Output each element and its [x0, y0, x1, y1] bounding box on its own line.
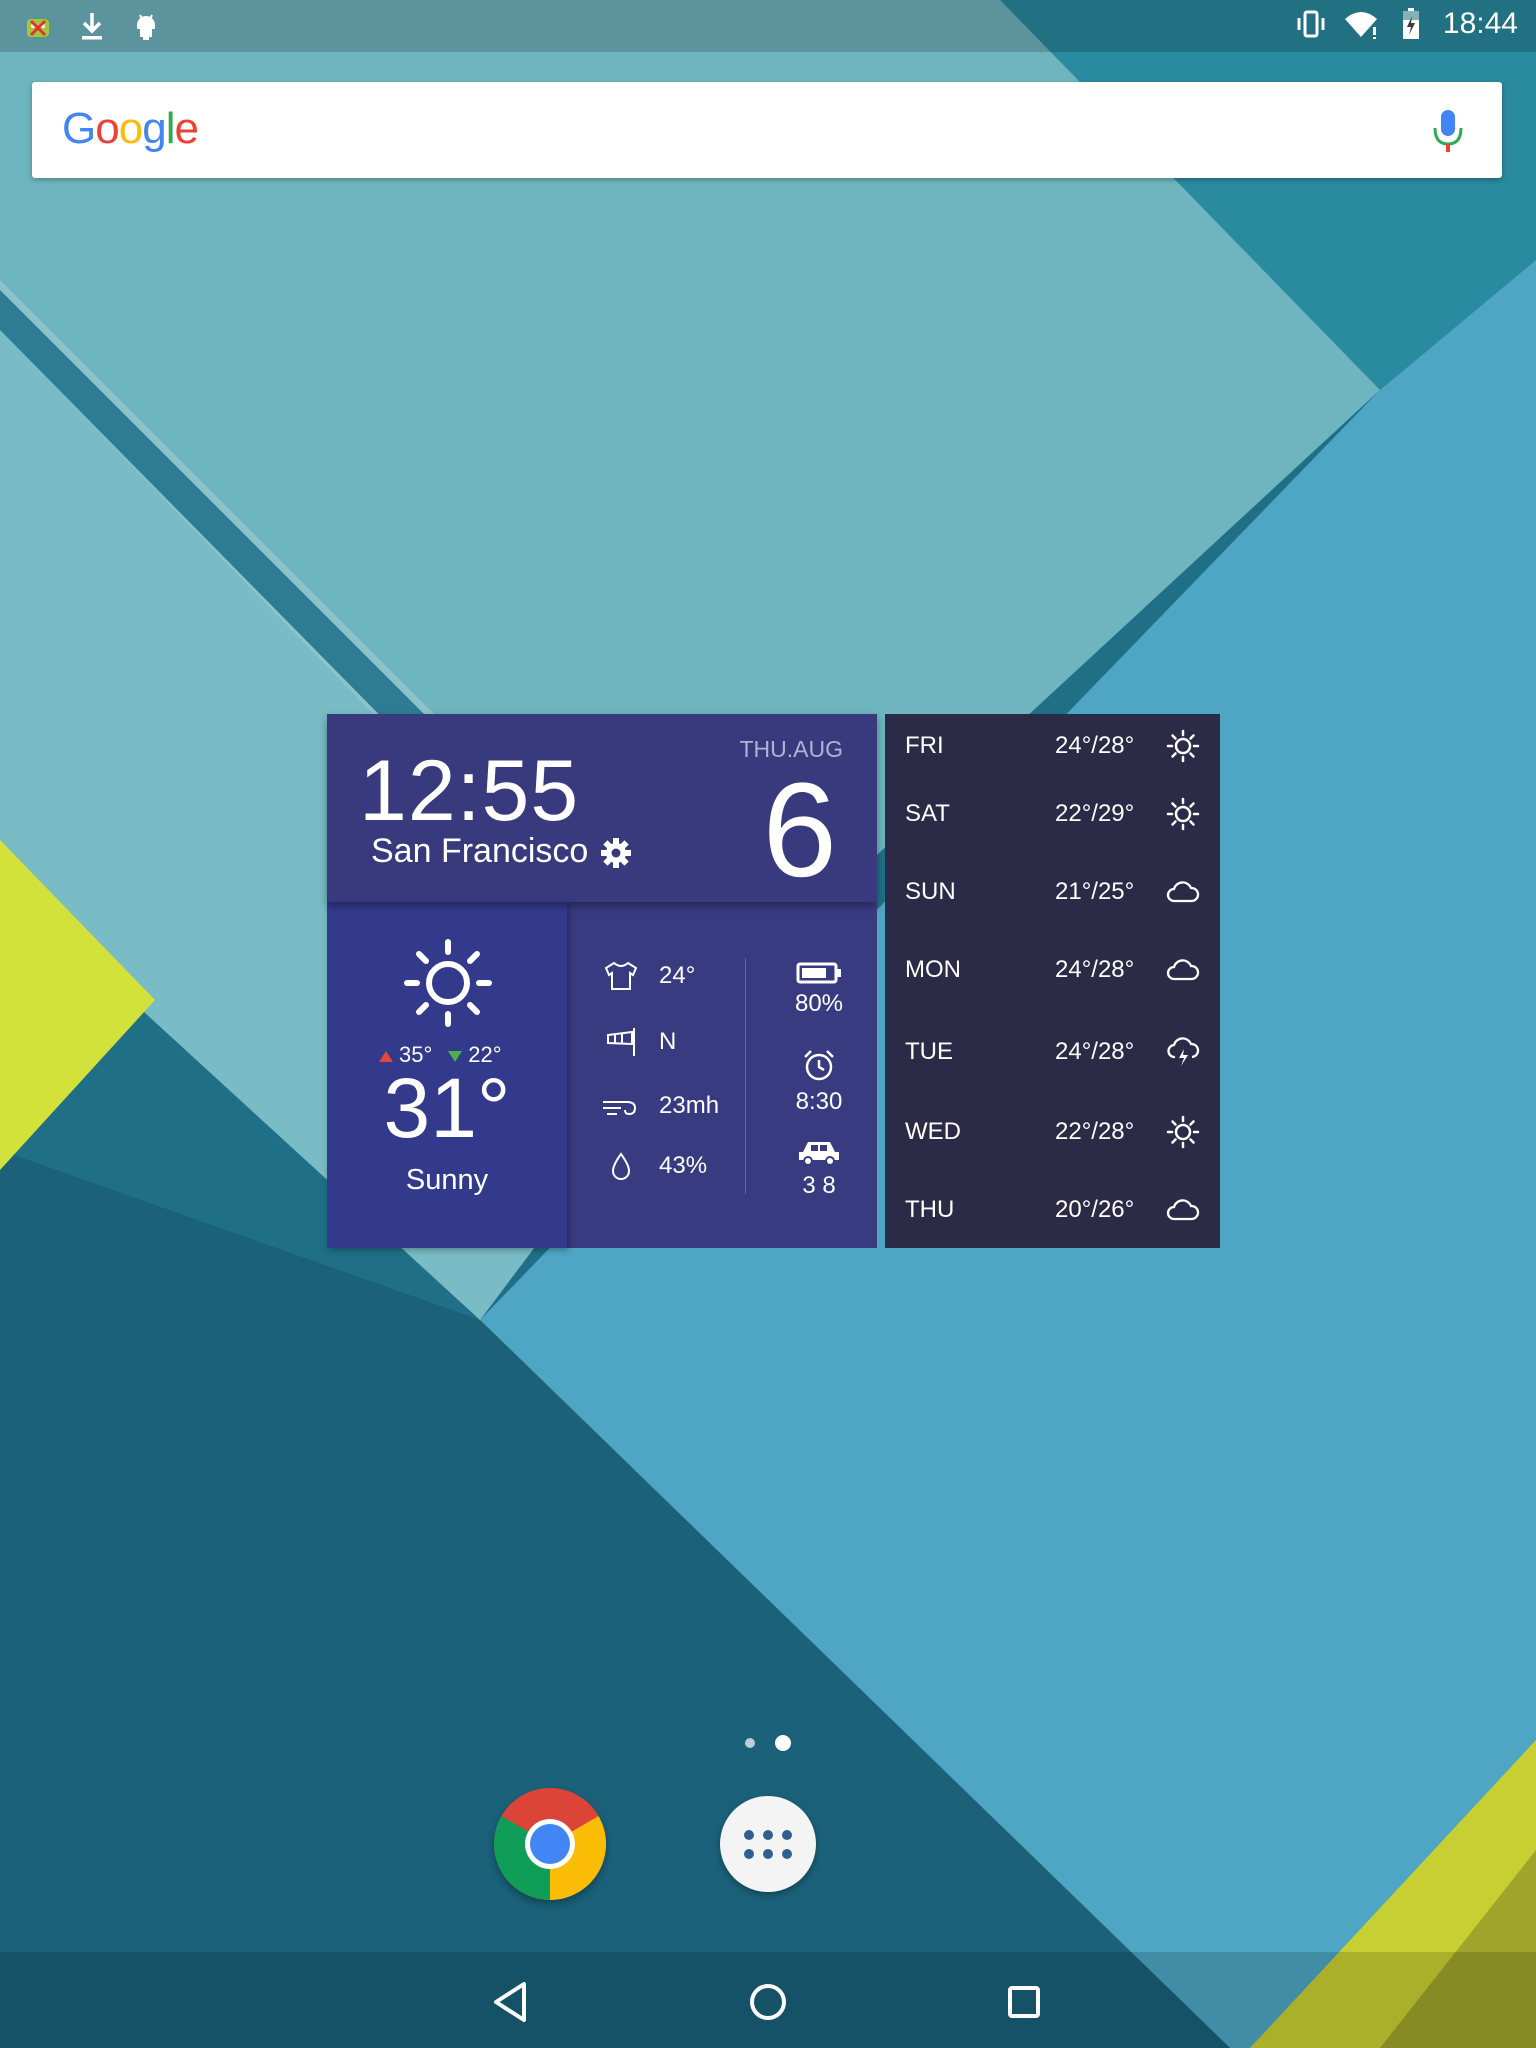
alarm-stat[interactable]: 8:30 — [767, 1048, 871, 1116]
traffic-stat: 3 8 — [767, 1138, 871, 1200]
shirt-icon — [601, 958, 641, 994]
windsock-icon — [601, 1024, 641, 1060]
recents-icon[interactable] — [994, 1972, 1054, 2032]
forecast-day: WED — [905, 1118, 961, 1145]
wind-icon — [601, 1088, 641, 1124]
sun-icon — [1165, 1114, 1201, 1150]
forecast-temp: 24°/28° — [1055, 956, 1135, 983]
cloud-icon — [1165, 952, 1201, 988]
google-logo: Google — [62, 104, 199, 154]
forecast-row[interactable]: THU 20°/26° — [905, 1190, 1205, 1230]
wind-speed-row: 23mh — [601, 1088, 719, 1124]
drawer-dot — [782, 1829, 792, 1840]
status-time: 18:44 — [1442, 7, 1518, 40]
google-logo-letter: e — [174, 104, 199, 153]
google-logo-letter: G — [62, 104, 96, 153]
mic-icon[interactable] — [1428, 108, 1468, 154]
forecast-temp: 21°/25° — [1055, 878, 1135, 905]
page-dot-active[interactable] — [775, 1735, 791, 1751]
vibrate-icon — [1293, 6, 1329, 42]
city-name[interactable]: San Francisco — [371, 834, 588, 868]
download-icon — [74, 8, 110, 44]
clock-time[interactable]: 12:55 — [359, 748, 579, 834]
sun-icon — [403, 938, 493, 1028]
sun-icon — [1165, 728, 1201, 764]
back-icon[interactable] — [480, 1972, 540, 2032]
drawer-dot — [744, 1848, 754, 1859]
status-bar: 18:44 — [0, 0, 1536, 52]
feels-like-value: 24° — [659, 962, 696, 989]
cloud-icon — [1165, 1192, 1201, 1228]
app-drawer-icon[interactable] — [720, 1796, 816, 1892]
alarm-clock-icon — [804, 1050, 834, 1081]
drawer-dot — [782, 1848, 792, 1859]
forecast-row[interactable]: MON 24°/28° — [905, 950, 1205, 990]
google-logo-letter: g — [142, 104, 167, 153]
google-logo-letter: o — [118, 104, 144, 153]
forecast-row[interactable]: SUN 21°/25° — [905, 872, 1205, 912]
gear-icon[interactable] — [599, 836, 633, 870]
sun-icon — [1165, 796, 1201, 832]
forecast-panel[interactable]: FRI 24°/28° SAT 22°/29° SUN 21°/25° MON 24°/28°… — [885, 714, 1220, 1248]
chrome-icon[interactable] — [493, 1787, 607, 1900]
humidity-value: 43% — [659, 1152, 708, 1179]
forecast-temp: 22°/28° — [1055, 1118, 1135, 1145]
forecast-row[interactable]: WED 22°/28° — [905, 1112, 1205, 1152]
drawer-dot — [763, 1829, 773, 1840]
battery-level-icon — [796, 962, 841, 984]
wifi-icon — [1343, 6, 1379, 42]
forecast-day: SAT — [905, 800, 950, 827]
page-indicator — [745, 1735, 791, 1751]
car-icon — [799, 1142, 839, 1166]
forecast-temp: 22°/29° — [1055, 800, 1135, 827]
current-temperature: 31° — [383, 1061, 511, 1155]
details-divider — [745, 958, 746, 1194]
forecast-temp: 20°/26° — [1055, 1196, 1135, 1223]
forecast-row[interactable]: FRI 24°/28° — [905, 726, 1205, 766]
battery-stat: 80% — [767, 962, 871, 1018]
day-number: 6 — [762, 756, 837, 905]
battery-icon — [1393, 6, 1429, 42]
water-drop-icon — [601, 1148, 641, 1184]
android-icon — [128, 8, 164, 44]
forecast-day: FRI — [905, 732, 944, 759]
drawer-dot — [744, 1829, 754, 1840]
forecast-day: SUN — [905, 878, 956, 905]
forecast-row[interactable]: TUE 24°/28° — [905, 1032, 1205, 1072]
forecast-row[interactable]: SAT 22°/29° — [905, 794, 1205, 834]
page-dot[interactable] — [745, 1738, 755, 1748]
android-debug-icon — [20, 8, 56, 44]
current-conditions-panel[interactable]: 35° 22° 31° Sunny — [327, 902, 567, 1248]
forecast-temp: 24°/28° — [1055, 732, 1135, 759]
forecast-day: THU — [905, 1196, 955, 1223]
navigation-bar — [0, 1952, 1536, 2048]
google-logo-letter: o — [95, 104, 120, 153]
wind-direction-value: N — [659, 1028, 677, 1055]
weather-clock-panel[interactable]: 12:55 San Francisco THU.AUG 6 — [327, 714, 877, 902]
wind-direction-row: N — [601, 1024, 676, 1060]
forecast-day: MON — [905, 956, 961, 983]
forecast-temp: 24°/28° — [1055, 1038, 1135, 1065]
drawer-dot — [763, 1848, 773, 1859]
storm-icon — [1165, 1034, 1201, 1070]
feels-like-row: 24° — [601, 958, 695, 994]
traffic-value: 3 8 — [802, 1172, 836, 1199]
home-icon[interactable] — [738, 1972, 798, 2032]
alarm-value: 8:30 — [795, 1088, 843, 1115]
weather-details-panel[interactable]: 24° N 23mh 43% 80% 8:30 3 8 — [567, 902, 877, 1248]
humidity-row: 43% — [601, 1148, 707, 1184]
cloud-icon — [1165, 874, 1201, 910]
google-search-bar[interactable]: Google — [32, 82, 1502, 178]
condition-text: Sunny — [405, 1164, 489, 1196]
wind-speed-value: 23mh — [659, 1092, 720, 1119]
battery-value: 80% — [794, 990, 844, 1017]
forecast-day: TUE — [905, 1038, 953, 1065]
